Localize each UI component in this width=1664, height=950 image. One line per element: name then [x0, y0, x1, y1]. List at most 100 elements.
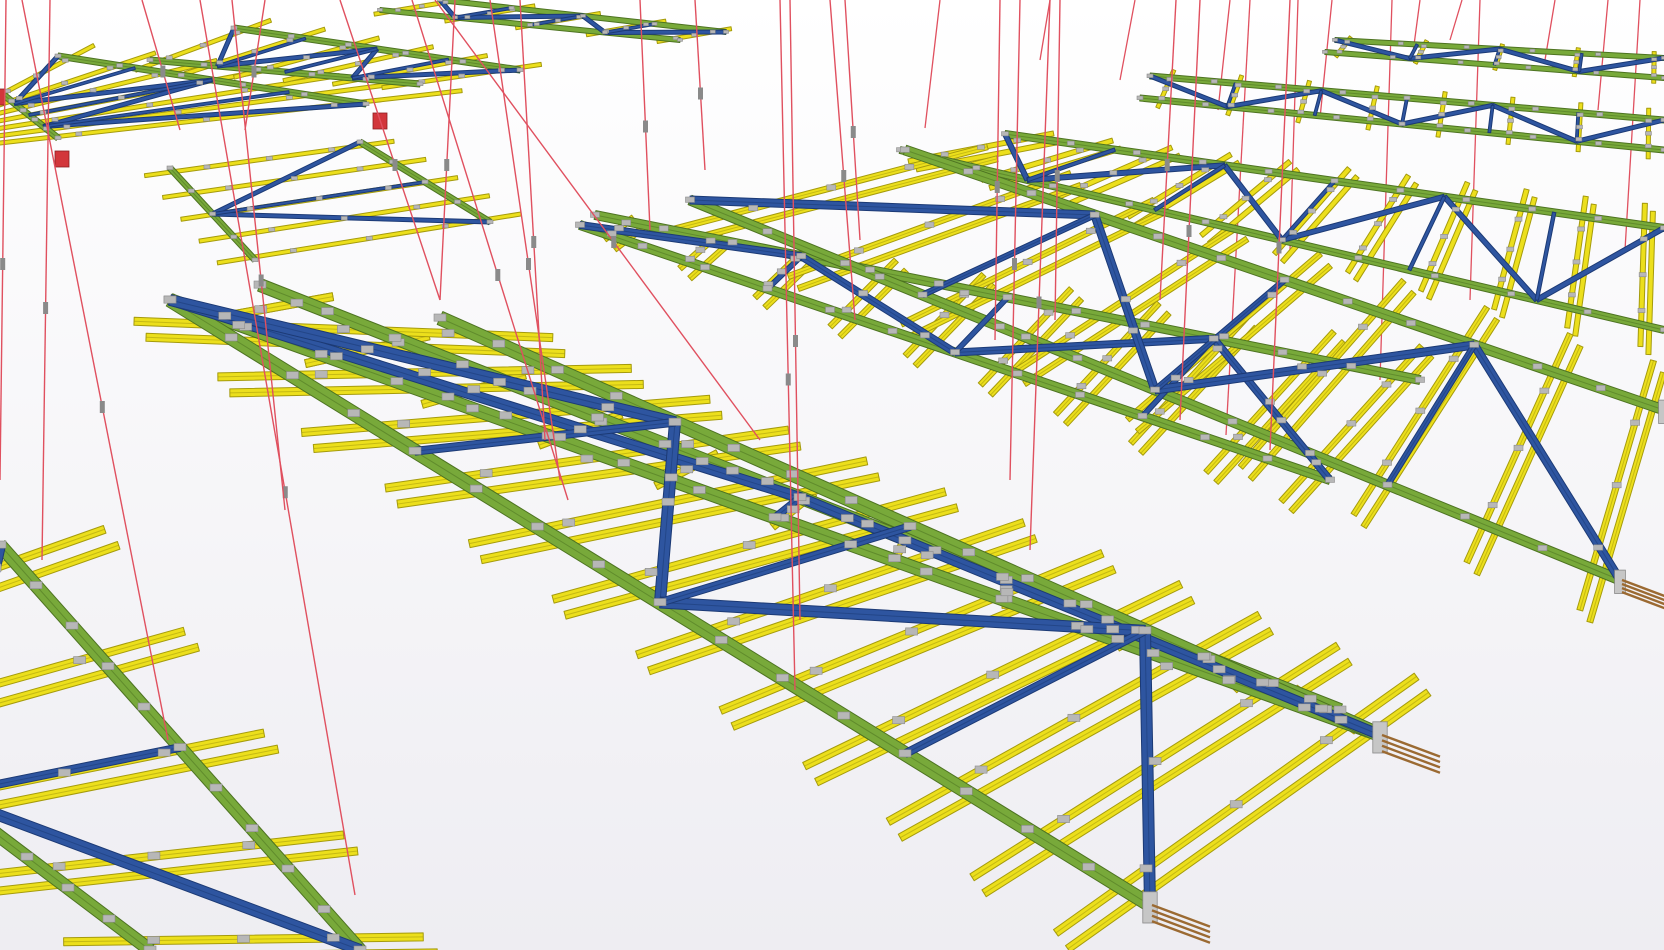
beam-clip-plate: [174, 110, 182, 115]
girder-plate: [209, 211, 216, 216]
beam-clip-plate: [1106, 625, 1119, 634]
girder-plate: [1146, 649, 1160, 657]
beam-clip-plate: [761, 477, 774, 486]
girder-plate: [1396, 187, 1405, 193]
beam-clip-plate: [1149, 198, 1158, 204]
beam-clip-plate: [1576, 112, 1584, 117]
beam-clip-plate: [1080, 625, 1094, 634]
beam-clip-plate: [1326, 187, 1335, 192]
girder-plate: [1049, 183, 1057, 189]
girder-plate: [1406, 320, 1416, 327]
girder-plate: [531, 522, 544, 531]
girder-plate: [726, 466, 739, 475]
beam-clip-plate: [303, 55, 310, 60]
girder-plate: [887, 327, 898, 334]
beam-clip-plate: [157, 748, 171, 757]
beam-clip-plate: [920, 332, 930, 339]
beam-clip-plate: [1183, 376, 1194, 383]
beam-clip-plate: [290, 248, 297, 253]
girder-plate: [492, 339, 506, 348]
beam-clip-plate: [0, 563, 2, 572]
girder-plate: [54, 135, 62, 140]
girder-plate: [727, 444, 741, 452]
beam-clip-plate: [146, 102, 154, 107]
beam-clip-plate: [1415, 55, 1421, 60]
beam-clip-plate: [555, 18, 561, 23]
model-viewport[interactable]: [0, 0, 1664, 950]
beam-clip-plate: [1336, 49, 1343, 54]
girder-plate: [995, 323, 1005, 330]
beam-clip-plate: [165, 55, 173, 60]
beam-clip-plate: [1176, 259, 1187, 266]
beam-clip-plate: [1264, 177, 1272, 183]
girder-plate: [390, 377, 404, 386]
beam-clip-plate: [1304, 694, 1317, 703]
girder-plate: [353, 945, 367, 950]
beam-clip-plate: [695, 246, 706, 253]
beam-clip-plate: [1212, 665, 1226, 674]
girder-plate: [996, 572, 1009, 581]
beam-clip-plate: [499, 411, 513, 420]
beam-clip-plate: [1645, 143, 1652, 149]
beam-clip-plate: [265, 156, 273, 161]
girder-plate: [102, 914, 116, 923]
beam-clip-plate: [458, 73, 465, 78]
beam-clip-plate: [1303, 88, 1310, 94]
hanger-turnbuckle-7: [495, 269, 501, 281]
girder-plate: [1227, 418, 1238, 425]
girder-plate: [1089, 211, 1100, 218]
beam-clip-plate: [623, 25, 629, 30]
beam-clip-plate: [776, 268, 787, 275]
beam-clip-plate: [661, 497, 675, 506]
beam-clip-plate: [61, 58, 69, 63]
beam-clip-plate: [1021, 333, 1031, 340]
girder-plate: [825, 306, 835, 313]
beam-clip-plate: [51, 117, 59, 122]
beam-clip-plate: [199, 43, 207, 48]
girder-plate: [251, 257, 259, 262]
girder-plate: [658, 225, 669, 232]
girder-plate: [65, 621, 79, 630]
girder-plate: [287, 34, 295, 39]
beam-clip-plate: [858, 290, 868, 297]
girder-plate: [1595, 52, 1601, 57]
girder-plate: [1021, 825, 1034, 833]
beam-clip-plate: [580, 454, 594, 463]
beam-clip-plate: [1495, 55, 1502, 59]
girder-plate: [1398, 121, 1406, 126]
beam-clip-plate: [1369, 105, 1376, 110]
girder-plate: [1339, 90, 1347, 95]
beam-clip-plate: [1219, 214, 1228, 220]
beam-clip-plate: [1506, 246, 1515, 252]
girder-plate: [1079, 600, 1093, 609]
hanger-turnbuckle-16: [841, 170, 847, 182]
beam-clip-plate: [75, 131, 83, 136]
girder-plate: [1463, 45, 1470, 49]
beam-clip-plate: [643, 22, 649, 27]
beam-clip-plate: [241, 87, 248, 93]
beam-clip-plate: [1240, 699, 1253, 708]
beam-clip-plate: [1231, 92, 1239, 98]
beam-clip-plate: [286, 37, 294, 43]
beam-clip-plate: [1227, 102, 1235, 108]
beam-clip-plate: [1297, 363, 1307, 370]
beam-clip-plate: [1111, 635, 1125, 643]
girder-plate: [321, 307, 334, 316]
girder-plate: [1210, 79, 1218, 84]
beam-clip-plate: [1574, 53, 1581, 57]
girder-plate: [903, 522, 917, 530]
girder-plate: [388, 333, 402, 342]
girder-plate: [840, 260, 850, 267]
beam-clip-plate: [441, 329, 455, 338]
beam-clip-plate: [52, 862, 66, 871]
girder-plate: [551, 365, 564, 374]
beam-clip-plate: [1234, 83, 1242, 88]
beam-clip-plate: [727, 617, 740, 626]
beam-clip-plate: [290, 298, 304, 307]
girder-plate: [1198, 159, 1207, 165]
beam-clip-plate: [27, 103, 35, 108]
girder-plate: [591, 413, 604, 422]
girder-plate: [1216, 255, 1227, 262]
structural-model-scene[interactable]: [0, 0, 1664, 950]
beam-clip-plate: [621, 219, 632, 226]
